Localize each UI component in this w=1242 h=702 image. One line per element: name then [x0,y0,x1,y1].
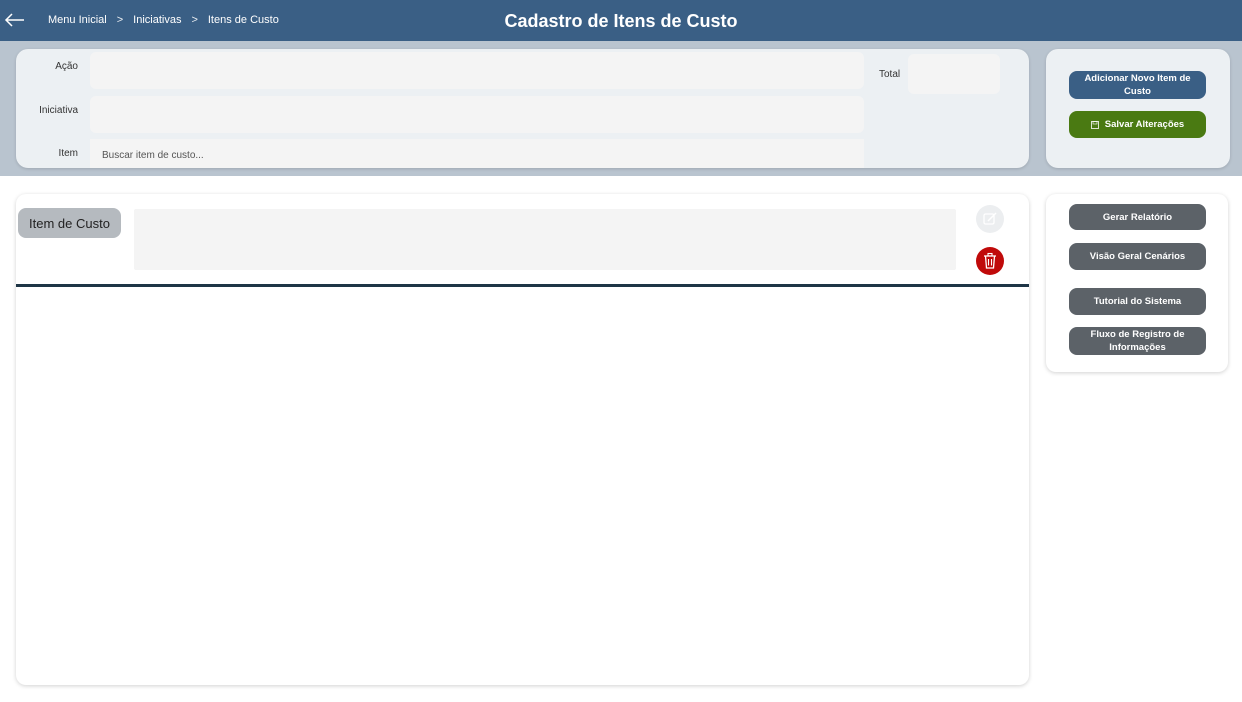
side-menu-card: Gerar Relatório Visão Geral Cenários Tut… [1046,194,1228,372]
item-search-input[interactable] [90,139,864,168]
add-item-button[interactable]: Adicionar Novo Item de Custo [1069,71,1206,99]
edit-icon[interactable] [976,205,1004,233]
total-field[interactable] [908,54,1000,94]
save-changes-button[interactable]: Salvar Alterações [1069,111,1206,138]
chevron-right-icon: > [191,14,198,26]
item-label: Item [58,148,78,159]
breadcrumb-menu-inicial[interactable]: Menu Inicial [48,14,107,26]
item-de-custo-field[interactable] [134,209,956,270]
form-card: Ação Iniciativa Item Total [16,49,1029,168]
scenarios-overview-button[interactable]: Visão Geral Cenários [1069,243,1206,270]
acao-label: Ação [55,61,78,72]
breadcrumb-iniciativas[interactable]: Iniciativas [133,14,181,26]
save-changes-label: Salvar Alterações [1104,119,1185,130]
breadcrumb: Menu Inicial > Iniciativas > Itens de Cu… [48,14,279,26]
generate-report-button[interactable]: Gerar Relatório [1069,204,1206,230]
trash-icon[interactable] [976,247,1004,275]
item-card: Item de Custo [16,194,1029,685]
actions-card: Adicionar Novo Item de Custo Salvar Alte… [1046,49,1230,168]
item-de-custo-chip: Item de Custo [18,208,121,238]
system-tutorial-button[interactable]: Tutorial do Sistema [1069,288,1206,315]
registration-flow-button[interactable]: Fluxo de Registro de Informações [1069,327,1206,355]
iniciativa-field[interactable] [90,96,864,133]
acao-field[interactable] [90,52,864,89]
iniciativa-label: Iniciativa [39,105,78,116]
breadcrumb-itens-de-custo[interactable]: Itens de Custo [208,14,279,26]
header-bar: Menu Inicial > Iniciativas > Itens de Cu… [0,0,1242,41]
save-icon [1090,120,1099,129]
divider [16,284,1029,287]
back-arrow-icon[interactable] [4,10,26,30]
chevron-right-icon: > [116,14,124,26]
total-label: Total [879,69,901,80]
